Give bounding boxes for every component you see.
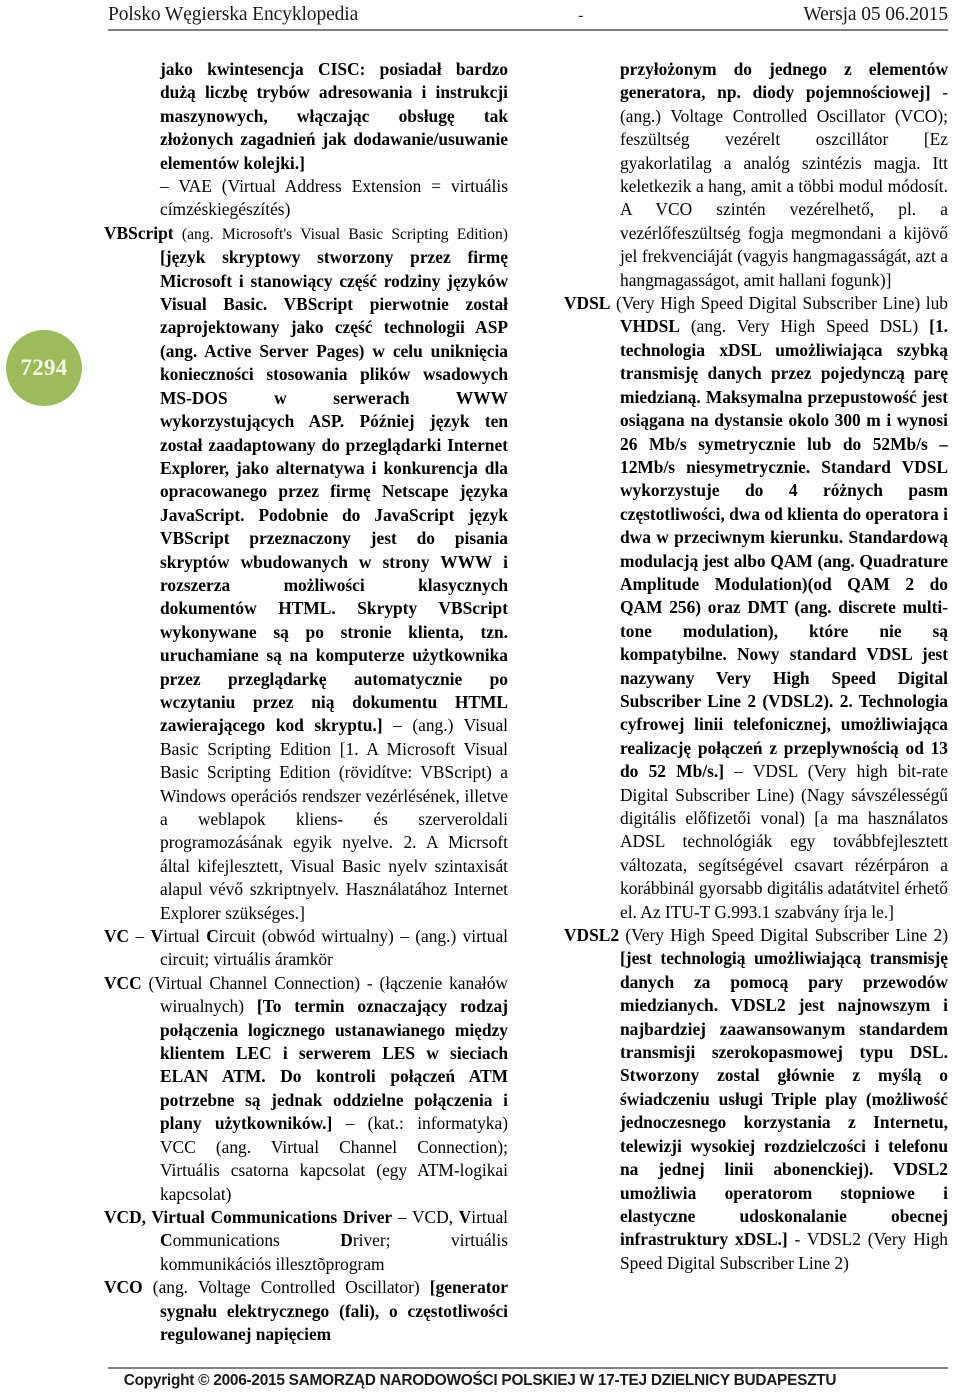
version-label: Wersja 05 06.2015 (803, 4, 948, 25)
vc-normal-1: – (129, 926, 151, 947)
entry-vbscript: VBScript (ang. Microsoft's Visual Basic … (104, 222, 508, 925)
header-separator-dash: - (578, 7, 584, 24)
entry-vco-continuation: przyłożonym do jednego z elementów gener… (564, 58, 948, 292)
entry-vco: VCO (ang. Voltage Controlled Oscillator)… (104, 1276, 508, 1346)
vbscript-normal-2: – (ang.) Visual Basic Scripting Edition … (160, 715, 508, 923)
entry-vax-continuation: jako kwintesencja CISC: posiadał bardzo … (104, 58, 508, 175)
page-header-row: Polsko Węgierska Encyklopedia - Wersja 0… (108, 4, 948, 26)
vdsl-normal-2: (ang. Very High Speed DSL) (679, 316, 930, 337)
entry-vc: VC – Virtual Circuit (obwód wirtualny) –… (104, 925, 508, 972)
vco-normal-1: (ang. Voltage Controlled Oscillator) (142, 1277, 430, 1298)
encyclopedia-title: Polsko Węgierska Encyklopedia (108, 4, 359, 25)
entry-vdsl: VDSL (Very High Speed Digital Subscriber… (564, 292, 948, 924)
footer-copyright: Copyright © 2006-2015 SAMORZĄD NARODOWOŚ… (123, 1372, 837, 1389)
vbscript-bold-1: [język skryptowy stworzony przez firmę M… (160, 247, 508, 736)
vdsl2-bold-1: [jest technologią umożliwiającą transmis… (620, 948, 948, 1250)
vdsl-bold-2: [1. technologia xDSL umożliwiająca szybk… (620, 316, 948, 782)
vdsl-term: VDSL (564, 293, 611, 314)
vcd-bold-2: V (458, 1206, 472, 1227)
vcc-term: VCC (104, 972, 142, 993)
vdsl2-term: VDSL2 (564, 925, 620, 946)
vc-bold-1: V (150, 926, 164, 947)
vco-term: VCO (104, 1277, 143, 1298)
vc-bold-2: C (206, 926, 219, 947)
vdsl-normal-3: – VDSL (Very high bit-rate Digital Subsc… (620, 761, 948, 922)
vc-normal-2: irtual (163, 926, 207, 947)
vbscript-normal-1: (ang. Microsoft's Visual Basic Scripting… (173, 225, 508, 243)
vcd-normal-1: – VCD, (392, 1206, 459, 1227)
entry-vcc: VCC (Virtual Channel Connection) - (łącz… (104, 972, 508, 1206)
header-rule (108, 29, 948, 31)
vco-cont-bold-1: przyłożonym do jednego z elementów gener… (620, 59, 948, 103)
vcd-normal-2: irtual (471, 1206, 508, 1227)
vdsl2-normal-1: (Very High Speed Digital Subscriber Line… (619, 925, 948, 946)
footer-rule (108, 1367, 948, 1369)
entry-vae: – VAE (Virtual Address Extension = virtu… (104, 175, 508, 222)
vcd-normal-3: ommunications (172, 1230, 341, 1251)
vcd-bold-4: D (340, 1230, 353, 1251)
vbscript-term: VBScript (104, 222, 174, 243)
vax-continuation-text: jako kwintesencja CISC: posiadał bardzo … (160, 59, 508, 173)
left-text-column: jako kwintesencja CISC: posiadał bardzo … (104, 58, 508, 1346)
vc-term: VC (104, 926, 130, 947)
right-text-column: przyłożonym do jednego z elementów gener… (564, 58, 948, 1275)
entry-vcd: VCD, Virtual Communications Driver – VCD… (104, 1206, 508, 1276)
entry-vdsl2: VDSL2 (Very High Speed Digital Subscribe… (564, 924, 948, 1275)
vdsl-bold-1: VHDSL (620, 316, 680, 337)
page-number-badge: 7294 (6, 330, 82, 406)
vcd-term: VCD, (104, 1206, 147, 1227)
page-number-text: 7294 (20, 355, 68, 380)
vcd-bold-3: C (160, 1230, 173, 1251)
vcd-bold-1: Virtual Communications Driver (146, 1206, 393, 1227)
vdsl-normal-1: (Very High Speed Digital Subscriber Line… (610, 293, 948, 314)
vae-text: – VAE (Virtual Address Extension = virtu… (160, 176, 508, 220)
vco-cont-normal-1: - (ang.) Voltage Controlled Oscillator (… (620, 82, 949, 290)
